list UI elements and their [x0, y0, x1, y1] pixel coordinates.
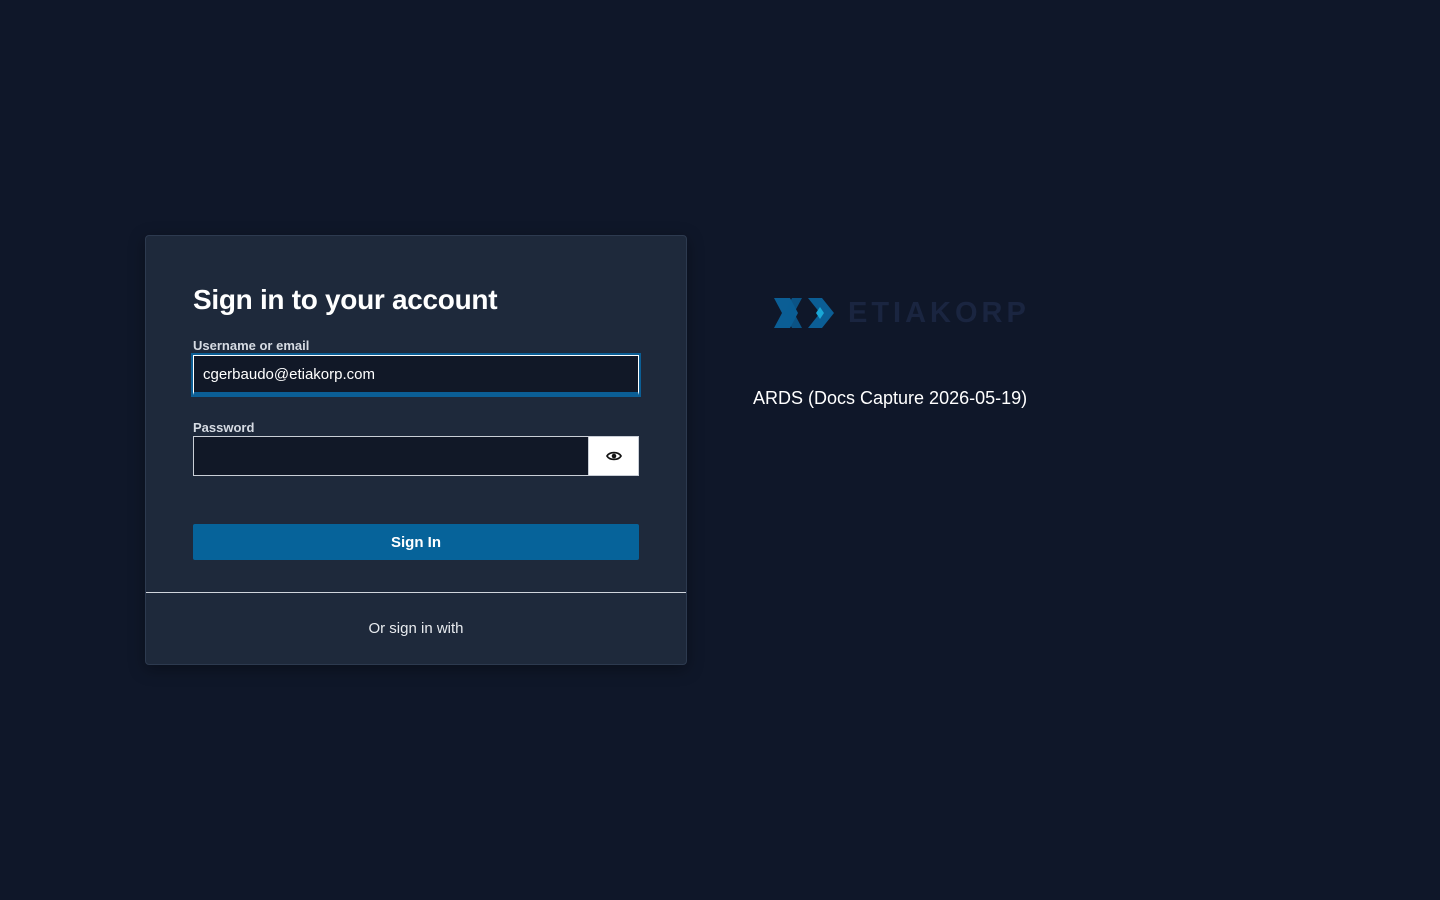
brand-logo: ETIAKORP [772, 296, 1030, 330]
password-input[interactable] [193, 436, 588, 476]
password-label: Password [193, 420, 255, 435]
username-input[interactable] [191, 353, 641, 397]
login-title: Sign in to your account [193, 284, 498, 315]
realm-name: ARDS (Docs Capture 2026-05-19) [753, 388, 1028, 408]
show-password-button[interactable] [588, 436, 639, 476]
password-field-group [193, 436, 639, 476]
etiakorp-mark-icon [772, 296, 836, 330]
logo-text: ETIAKORP [848, 296, 1030, 329]
username-label: Username or email [193, 338, 310, 353]
eye-icon [605, 450, 622, 462]
alt-signin-text: Or sign in with [368, 620, 464, 637]
sign-in-button[interactable]: Sign In [193, 524, 639, 560]
card-divider [146, 592, 686, 593]
login-card: Sign in to your account Username or emai… [145, 235, 687, 665]
